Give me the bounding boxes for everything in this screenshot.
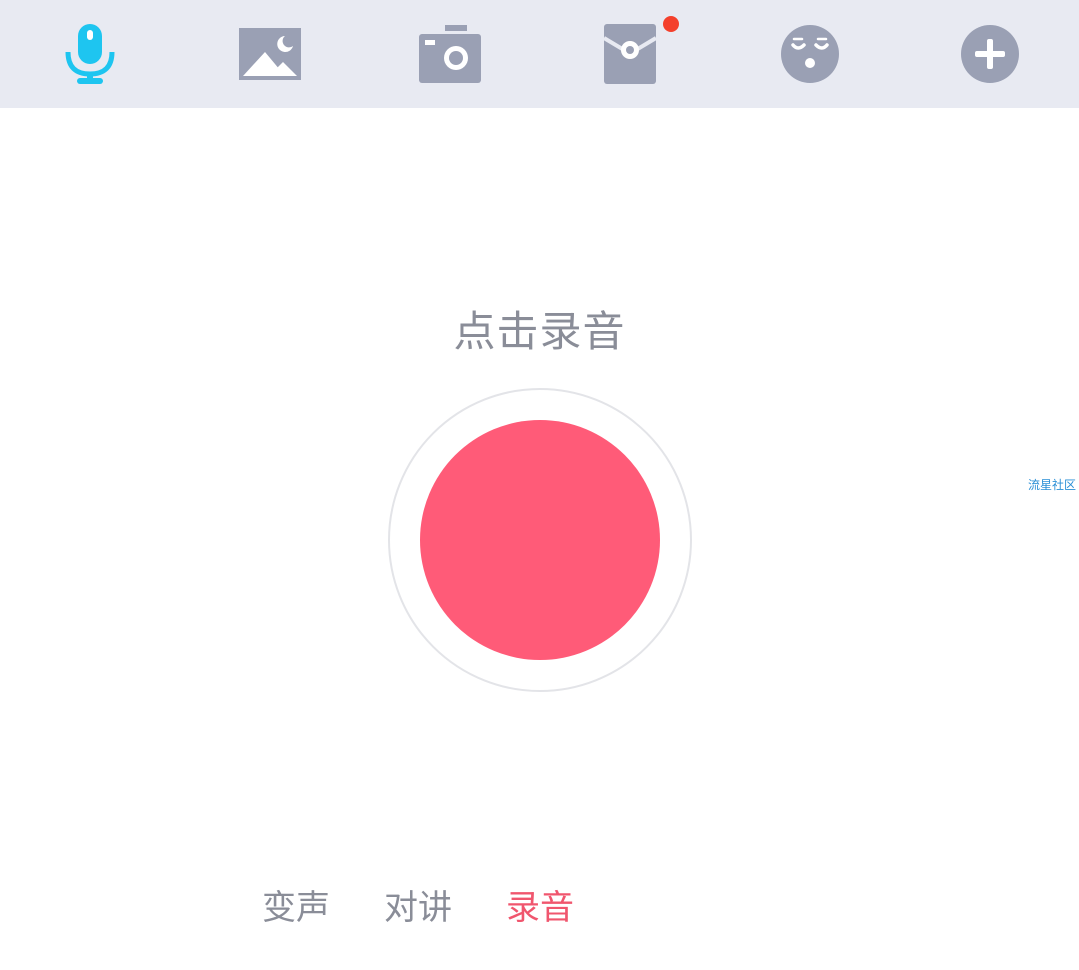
camera-tool-button[interactable] xyxy=(412,16,488,92)
red-envelope-icon xyxy=(604,24,656,84)
camera-icon xyxy=(419,25,481,83)
more-tool-button[interactable] xyxy=(952,16,1028,92)
record-hint: 点击录音 xyxy=(453,307,626,356)
mode-selector: 变声 对讲 录音 xyxy=(0,880,1079,936)
watermark-text: 流星社区 xyxy=(1028,478,1077,492)
mode-walkie-talkie[interactable]: 对讲 xyxy=(378,880,458,936)
voice-tool-button[interactable] xyxy=(52,16,128,92)
image-tool-button[interactable] xyxy=(232,16,308,92)
record-button[interactable] xyxy=(420,420,660,660)
microphone-icon xyxy=(65,24,115,84)
plus-icon xyxy=(961,25,1019,83)
emoji-icon xyxy=(781,25,839,83)
emoji-tool-button[interactable] xyxy=(772,16,848,92)
mode-voice-change[interactable]: 变声 xyxy=(256,880,336,936)
mode-record[interactable]: 录音 xyxy=(500,880,580,936)
red-envelope-tool-button[interactable] xyxy=(592,16,679,92)
image-icon xyxy=(239,28,301,80)
input-toolbar xyxy=(0,0,1079,108)
notification-dot xyxy=(663,16,679,32)
